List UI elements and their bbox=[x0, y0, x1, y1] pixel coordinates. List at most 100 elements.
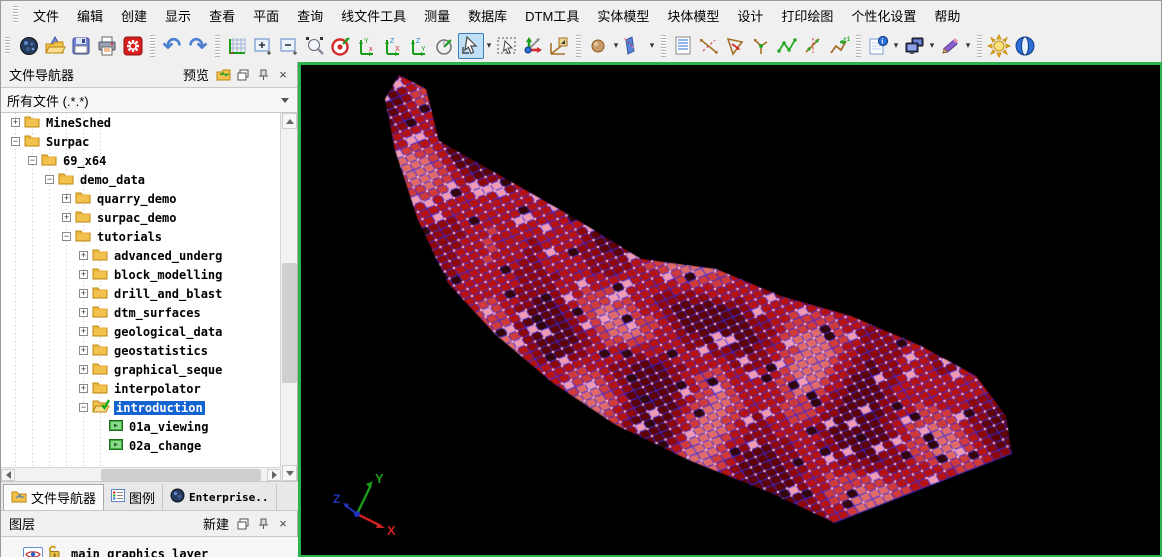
layer-visibility-icon[interactable] bbox=[23, 547, 43, 557]
menu-item-15[interactable]: 打印绘图 bbox=[772, 2, 842, 29]
tree-item-69_x64[interactable]: −69_x64 bbox=[1, 151, 281, 170]
tree-item-drill_and_blast[interactable]: +drill_and_blast bbox=[1, 284, 281, 303]
print-icon[interactable] bbox=[94, 33, 120, 59]
tree-expander-icon[interactable]: − bbox=[28, 156, 37, 165]
tree-horizontal-scrollbar[interactable] bbox=[1, 467, 281, 481]
undo-icon[interactable]: ↶ bbox=[159, 33, 185, 59]
tree-expander-icon[interactable]: + bbox=[79, 384, 88, 393]
menu-item-12[interactable]: 实体模型 bbox=[588, 2, 658, 29]
tree-expander-icon[interactable]: + bbox=[11, 118, 20, 127]
menu-item-4[interactable]: 显示 bbox=[156, 2, 200, 29]
segment-tool-icon[interactable] bbox=[696, 33, 722, 59]
view-zy-icon[interactable]: ZY bbox=[406, 33, 432, 59]
tree-item-graphical_seque[interactable]: +graphical_seque bbox=[1, 360, 281, 379]
scroll-left-icon[interactable] bbox=[1, 469, 15, 481]
displays-icon-dropdown[interactable]: ▾ bbox=[927, 40, 937, 51]
tree-item-geostatistics[interactable]: +geostatistics bbox=[1, 341, 281, 360]
tree-item-Surpac[interactable]: −Surpac bbox=[1, 132, 281, 151]
redo-icon[interactable]: ↷ bbox=[185, 33, 211, 59]
save-icon[interactable] bbox=[68, 33, 94, 59]
polyline-tool-icon[interactable] bbox=[774, 33, 800, 59]
scroll-down-icon[interactable] bbox=[282, 465, 297, 481]
tree-expander-icon[interactable]: + bbox=[62, 194, 71, 203]
view-plane-icon[interactable] bbox=[546, 33, 572, 59]
tree-item-tutorials[interactable]: −tutorials bbox=[1, 227, 281, 246]
pin-layers-icon[interactable] bbox=[253, 514, 273, 534]
float-panel-icon[interactable] bbox=[233, 65, 253, 85]
reset-graphics-icon[interactable] bbox=[120, 33, 146, 59]
tree-expander-icon[interactable]: − bbox=[11, 137, 20, 146]
properties-icon[interactable]: i bbox=[865, 33, 891, 59]
extend-line-icon[interactable]: +1 bbox=[826, 33, 852, 59]
pin-panel-icon[interactable] bbox=[253, 65, 273, 85]
tree-expander-icon[interactable]: + bbox=[62, 213, 71, 222]
tree-item-block_modelling[interactable]: +block_modelling bbox=[1, 265, 281, 284]
tree-expander-icon[interactable]: − bbox=[79, 403, 88, 412]
graphics-viewport[interactable]: ZYX bbox=[298, 62, 1162, 557]
tree-item-dtm_surfaces[interactable]: +dtm_surfaces bbox=[1, 303, 281, 322]
tree-expander-icon[interactable]: + bbox=[79, 289, 88, 298]
menubar-grip[interactable] bbox=[13, 6, 18, 24]
view-xy-icon[interactable]: Yx bbox=[354, 33, 380, 59]
tree-expander-icon[interactable]: + bbox=[79, 308, 88, 317]
refresh-icon[interactable] bbox=[213, 65, 233, 85]
tab-Enterprise..[interactable]: Enterprise.. bbox=[163, 484, 276, 510]
layer-row-1[interactable]: main graphics layer bbox=[1, 543, 298, 557]
tree-item-quarry_demo[interactable]: +quarry_demo bbox=[1, 189, 281, 208]
displays-icon[interactable] bbox=[901, 33, 927, 59]
menu-item-7[interactable]: 查询 bbox=[288, 2, 332, 29]
properties-icon-dropdown[interactable]: ▾ bbox=[891, 40, 901, 51]
menu-item-16[interactable]: 个性化设置 bbox=[842, 2, 925, 29]
zoom-out-icon[interactable] bbox=[276, 33, 302, 59]
tree-item-geological_data[interactable]: +geological_data bbox=[1, 322, 281, 341]
menu-item-9[interactable]: 测量 bbox=[415, 2, 459, 29]
zoom-all-icon[interactable] bbox=[224, 33, 250, 59]
tree-expander-icon[interactable]: + bbox=[79, 365, 88, 374]
point-tool-icon[interactable] bbox=[585, 33, 611, 59]
float-layers-icon[interactable] bbox=[233, 514, 253, 534]
node-tool-icon[interactable] bbox=[748, 33, 774, 59]
tree-item-01a_viewing[interactable]: 01a_viewing bbox=[1, 417, 281, 436]
tree-expander-icon[interactable]: + bbox=[79, 270, 88, 279]
menu-item-6[interactable]: 平面 bbox=[244, 2, 288, 29]
edit-pencil-icon-dropdown[interactable]: ▾ bbox=[963, 40, 973, 51]
box-select-icon[interactable] bbox=[494, 33, 520, 59]
menu-item-1[interactable]: 文件 bbox=[24, 2, 68, 29]
file-filter-combobox[interactable]: 所有文件 (.*.*) bbox=[1, 88, 297, 113]
tree-item-surpac_demo[interactable]: +surpac_demo bbox=[1, 208, 281, 227]
menu-item-14[interactable]: 设计 bbox=[728, 2, 772, 29]
section-plane-icon-dropdown[interactable]: ▾ bbox=[647, 40, 657, 51]
new-layer-button[interactable]: 新建 bbox=[203, 514, 229, 533]
view-zx-icon[interactable]: ZX bbox=[380, 33, 406, 59]
digitise-tool-icon[interactable] bbox=[722, 33, 748, 59]
menu-item-11[interactable]: DTM工具 bbox=[516, 2, 588, 29]
tree-expander-icon[interactable]: − bbox=[62, 232, 71, 241]
globe-3d-icon[interactable] bbox=[1012, 33, 1038, 59]
point-tool-icon-dropdown[interactable]: ▾ bbox=[611, 40, 621, 51]
tree-item-interpolator[interactable]: +interpolator bbox=[1, 379, 281, 398]
menu-item-8[interactable]: 线文件工具 bbox=[332, 2, 415, 29]
rotate-view-icon[interactable] bbox=[432, 33, 458, 59]
tab-文件导航器[interactable]: 文件导航器 bbox=[3, 484, 104, 510]
select-cursor-icon-dropdown[interactable]: ▾ bbox=[484, 40, 494, 51]
tree-item-02a_change[interactable]: 02a_change bbox=[1, 436, 281, 455]
move-3d-icon[interactable] bbox=[520, 33, 546, 59]
scroll-right-icon[interactable] bbox=[267, 469, 281, 481]
toolbar-grip[interactable] bbox=[5, 37, 10, 55]
horizontal-scroll-thumb[interactable] bbox=[101, 469, 261, 481]
tree-vertical-scrollbar[interactable] bbox=[280, 113, 297, 481]
lighting-icon[interactable] bbox=[986, 33, 1012, 59]
menu-item-2[interactable]: 编辑 bbox=[68, 2, 112, 29]
menu-item-17[interactable]: 帮助 bbox=[925, 2, 969, 29]
layer-lock-icon[interactable] bbox=[47, 545, 61, 557]
tree-item-demo_data[interactable]: −demo_data bbox=[1, 170, 281, 189]
break-line-icon[interactable] bbox=[800, 33, 826, 59]
vertical-scroll-thumb[interactable] bbox=[282, 263, 297, 383]
menu-item-10[interactable]: 数据库 bbox=[459, 2, 516, 29]
3d-model-canvas[interactable] bbox=[301, 65, 1160, 555]
view-sphere-icon[interactable] bbox=[16, 33, 42, 59]
menu-item-3[interactable]: 创建 bbox=[112, 2, 156, 29]
tab-图例[interactable]: 图例 bbox=[104, 484, 163, 510]
tree-item-introduction[interactable]: −introduction bbox=[1, 398, 281, 417]
menu-item-5[interactable]: 查看 bbox=[200, 2, 244, 29]
